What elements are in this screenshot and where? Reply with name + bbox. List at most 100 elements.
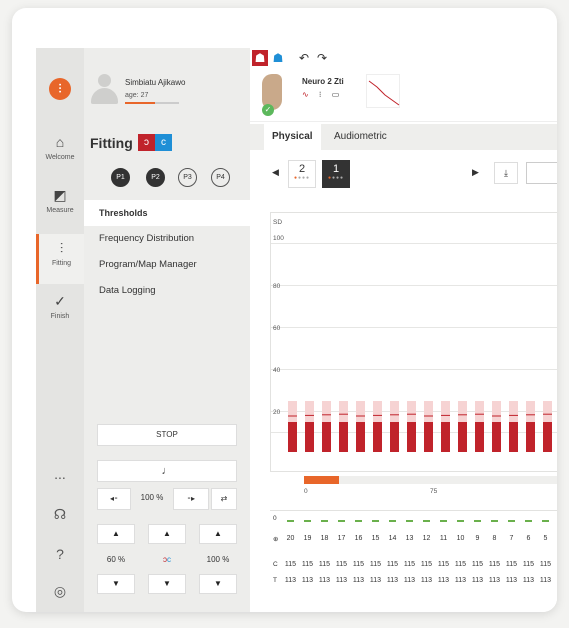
c-range-bar[interactable] <box>339 401 348 422</box>
c-range-bar[interactable] <box>441 401 450 422</box>
c-range-bar[interactable] <box>390 401 399 422</box>
more-icon[interactable]: ... <box>36 466 84 482</box>
redo-icon[interactable]: ↷ <box>314 50 330 66</box>
t-level-bar[interactable] <box>322 422 331 452</box>
c-range-bar[interactable] <box>509 401 518 422</box>
map-name-input[interactable] <box>526 162 557 184</box>
t-level-cell: 113 <box>522 577 535 584</box>
rail-item-fitting[interactable]: ⫶ Fitting <box>36 234 84 284</box>
view-tabs: Physical Audiometric <box>250 124 557 150</box>
electrode-number: 17 <box>337 535 346 542</box>
t-level-bar[interactable] <box>424 422 433 452</box>
t-level-bar[interactable] <box>407 422 416 452</box>
map-card-1[interactable]: 1 ●●●● <box>322 160 350 188</box>
map-card-2[interactable]: 2 ●●●● <box>288 160 316 188</box>
clinician-view-icon[interactable]: ☗ <box>270 50 286 66</box>
map-card-number: 2 <box>298 163 306 175</box>
tab-audiometric[interactable]: Audiometric <box>326 124 395 150</box>
sync-icon[interactable]: ⇄ <box>211 488 237 510</box>
settings-icon[interactable]: ◎ <box>36 583 84 600</box>
c-level-cell: 115 <box>454 561 467 568</box>
c-range-bar[interactable] <box>305 401 314 422</box>
right-up-button[interactable]: ▲ <box>199 524 237 544</box>
c-range-bar[interactable] <box>407 401 416 422</box>
t-level-bar[interactable] <box>475 422 484 452</box>
t-level-bar[interactable] <box>543 422 552 452</box>
t-level-bar[interactable] <box>492 422 501 452</box>
c-range-bar[interactable] <box>543 401 552 422</box>
save-map-icon[interactable]: ⤓ <box>494 162 518 184</box>
c-range-bar[interactable] <box>373 401 382 422</box>
t-level-bar[interactable] <box>356 422 365 452</box>
device-name: Neuro 2 Zti <box>302 77 344 86</box>
menu-item-data-logging[interactable]: Data Logging <box>84 278 250 304</box>
audiogram-thumbnail[interactable] <box>366 74 400 108</box>
c-range-bar[interactable] <box>458 401 467 422</box>
t-level-bar[interactable] <box>509 422 518 452</box>
rail-item-welcome[interactable]: ⌂ Welcome <box>36 128 84 178</box>
range-scrollbar[interactable] <box>304 476 557 484</box>
electrode-number: 18 <box>320 535 329 542</box>
t-level-bar[interactable] <box>339 422 348 452</box>
c-range-bar[interactable] <box>424 401 433 422</box>
t-level-bar[interactable] <box>441 422 450 452</box>
rail-item-measure[interactable]: ◩ Measure <box>36 181 84 231</box>
undo-icon[interactable]: ↶ <box>296 50 312 66</box>
right-ear-icon[interactable]: c <box>155 134 172 151</box>
check-icon: ✓ <box>54 293 66 309</box>
t-level-bar[interactable] <box>373 422 382 452</box>
remote-user-icon[interactable]: ☊ <box>36 506 84 523</box>
increase-all-button[interactable]: ⁃▸ <box>173 488 209 510</box>
program-p1[interactable]: P1 <box>111 168 130 187</box>
program-p4[interactable]: P4 <box>211 168 230 187</box>
patient-progress <box>125 102 179 104</box>
left-up-button[interactable]: ▲ <box>97 524 135 544</box>
volume-value: 100 % <box>140 493 164 502</box>
next-icon[interactable]: ▶ <box>472 167 479 178</box>
menu-item-thresholds[interactable]: Thresholds <box>84 200 250 226</box>
fitting-menu: Thresholds Frequency Distribution Progra… <box>84 200 250 304</box>
decrease-all-button[interactable]: ◂⁃ <box>97 488 131 510</box>
table-row: 0 <box>270 515 557 527</box>
brand-sliders-icon[interactable]: ⫶ <box>49 78 71 100</box>
program-p2[interactable]: P2 <box>146 168 165 187</box>
left-down-button[interactable]: ▼ <box>97 574 135 594</box>
patient-name: Simbiatu Ajikawo <box>125 78 186 87</box>
rail-item-finish[interactable]: ✓ Finish <box>36 287 84 337</box>
electrode-number: 13 <box>405 535 414 542</box>
prev-icon[interactable]: ◀ <box>272 167 279 178</box>
row-label: 0 <box>273 515 277 522</box>
help-icon[interactable]: ? <box>36 546 84 562</box>
t-level-bar[interactable] <box>305 422 314 452</box>
c-range-bar[interactable] <box>492 401 501 422</box>
range-scroll-thumb[interactable] <box>304 476 339 484</box>
tone-button[interactable]: ♩ <box>97 460 237 482</box>
t-level-bar[interactable] <box>458 422 467 452</box>
menu-item-frequency-distribution[interactable]: Frequency Distribution <box>84 226 250 252</box>
both-down-button[interactable]: ▼ <box>148 574 186 594</box>
patient-card[interactable]: Simbiatu Ajikawo age: 27 <box>84 68 250 116</box>
device-header: ✓ Neuro 2 Zti ∿ ⁝ ▭ <box>250 68 557 122</box>
t-level-bar[interactable] <box>390 422 399 452</box>
main-area: ☗ ☗ ↶ ↷ ✓ Neuro 2 Zti ∿ ⁝ ▭ Physical Aud… <box>250 48 557 612</box>
channel-marker <box>406 520 413 522</box>
t-level-bar[interactable] <box>526 422 535 452</box>
c-range-bar[interactable] <box>526 401 535 422</box>
menu-item-program-map-manager[interactable]: Program/Map Manager <box>84 252 250 278</box>
c-range-bar[interactable] <box>288 401 297 422</box>
both-up-button[interactable]: ▲ <box>148 524 186 544</box>
t-level-bar[interactable] <box>288 422 297 452</box>
patient-view-icon[interactable]: ☗ <box>252 50 268 66</box>
electrode-number: 11 <box>439 535 448 542</box>
c-range-bar[interactable] <box>475 401 484 422</box>
c-range-bar[interactable] <box>322 401 331 422</box>
program-p3[interactable]: P3 <box>178 168 197 187</box>
electrode-number: 20 <box>286 535 295 542</box>
tab-physical[interactable]: Physical <box>264 124 321 150</box>
t-level-cell: 113 <box>539 577 552 584</box>
right-down-button[interactable]: ▼ <box>199 574 237 594</box>
app-window: ⫶ ⌂ Welcome ◩ Measure ⫶ Fitting ✓ Finish… <box>12 8 557 612</box>
c-range-bar[interactable] <box>356 401 365 422</box>
stop-button[interactable]: STOP <box>97 424 237 446</box>
left-ear-icon[interactable]: ↄ <box>138 134 155 151</box>
